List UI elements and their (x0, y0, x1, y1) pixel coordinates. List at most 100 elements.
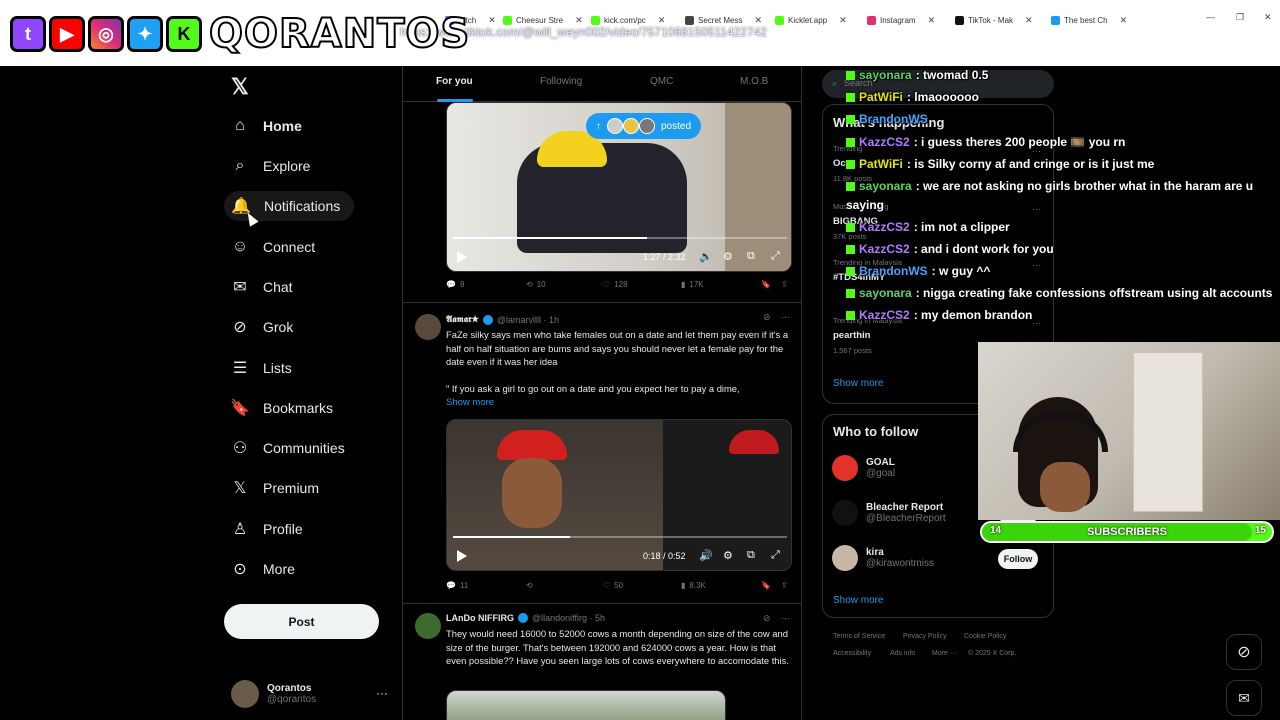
more-horizontal-icon[interactable]: ··· (1032, 318, 1041, 328)
video-player[interactable]: 0:18 / 0:52 🔊 ⚙ ⧉ ⤢ (446, 419, 792, 571)
views-icon: ▮ (681, 581, 686, 590)
settings-icon[interactable]: ⚙ (723, 250, 733, 263)
pip-icon[interactable]: ⧉ (747, 549, 755, 562)
browser-tab[interactable]: The best Ch ✕ (1051, 8, 1127, 32)
browser-tab[interactable]: Kicklet.app ✕ (775, 8, 847, 32)
close-tab-icon[interactable]: ✕ (1025, 15, 1033, 26)
nav-item-more[interactable]: ⊙ More (231, 554, 295, 584)
nav-item-connect[interactable]: ☺ Connect (231, 232, 315, 262)
like-count: 128 (614, 280, 628, 289)
maximize-icon[interactable]: ❐ (1236, 12, 1244, 23)
bookmark-button[interactable]: 🔖 (761, 581, 771, 590)
nav-item-bookmarks[interactable]: 🔖 Bookmarks (230, 393, 333, 423)
show-more-link[interactable]: Show more (446, 397, 494, 408)
reply-button[interactable]: 💬 11 (446, 581, 468, 590)
subscriber-goal: 15 (1254, 525, 1266, 536)
reply-icon: 💬 (446, 581, 456, 590)
tab-mob[interactable]: M.O.B (740, 76, 768, 87)
nav-item-label: Grok (263, 319, 294, 335)
close-tab-icon[interactable]: ✕ (928, 15, 936, 26)
tweet-author-name[interactable]: LAnDo NIFFIRG (446, 613, 514, 623)
like-button[interactable]: ♡ 50 (603, 581, 623, 590)
nav-item-grok[interactable]: ⊘ Grok (231, 312, 293, 342)
fullscreen-icon[interactable]: ⤢ (771, 250, 780, 263)
x-logo-icon[interactable]: 𝕏 (231, 74, 249, 100)
nav-item-home[interactable]: ⌂ Home (231, 111, 302, 141)
avatar[interactable] (415, 314, 441, 340)
tweet-handle-time[interactable]: @llandoniffirg · 5h (532, 613, 605, 623)
views-button[interactable]: ▮ 8.3K (681, 581, 706, 590)
reply-button[interactable]: 💬 8 (446, 280, 464, 289)
suggested-account[interactable]: kira @kirawontmiss (832, 545, 934, 571)
footer-link[interactable]: Terms of Service (833, 633, 885, 640)
trend-name[interactable]: Oc (833, 158, 846, 169)
close-tab-icon[interactable]: ✕ (754, 15, 762, 26)
post-button[interactable]: Post (224, 604, 379, 639)
video-progress-track[interactable] (453, 536, 787, 538)
settings-icon[interactable]: ⚙ (723, 549, 733, 562)
tweet-author-name[interactable]: 𝕬𝖆𝖒𝖆𝖗★ (446, 314, 479, 325)
video-player[interactable]: ↑ posted 1:27 / 2:32 🔊 ⚙ ⧉ ⤢ (446, 102, 792, 272)
messages-floating-button[interactable]: ✉ (1226, 680, 1262, 716)
footer-link[interactable]: Accessibility (833, 650, 871, 657)
more-horizontal-icon[interactable]: ··· (1032, 260, 1041, 270)
footer-link[interactable]: More ··· (932, 650, 957, 657)
browser-tab[interactable]: TikTok - Mak ✕ (955, 8, 1033, 32)
footer-link[interactable]: Ads info (890, 650, 915, 657)
show-more-link[interactable]: Show more (833, 378, 884, 389)
close-tab-icon[interactable]: ✕ (1120, 15, 1128, 26)
more-horizontal-icon[interactable]: ··· (781, 613, 790, 623)
nav-item-chat[interactable]: ✉ Chat (231, 272, 292, 302)
like-button[interactable]: ♡ 128 (603, 280, 628, 289)
chat-username: KazzCS2 (859, 220, 910, 234)
close-window-icon[interactable]: ✕ (1264, 12, 1272, 23)
repost-button[interactable]: ⟲ (526, 581, 533, 590)
show-more-link[interactable]: Show more (833, 595, 884, 606)
minimize-icon[interactable]: — (1206, 12, 1215, 22)
nav-item-lists[interactable]: ☰ Lists (231, 353, 292, 383)
more-horizontal-icon[interactable]: ··· (1032, 204, 1041, 214)
fullscreen-icon[interactable]: ⤢ (771, 549, 780, 562)
close-tab-icon[interactable]: ✕ (658, 15, 666, 26)
play-icon[interactable] (457, 251, 467, 263)
account-switcher[interactable]: Qorantos @qorantos (231, 680, 316, 708)
nav-item-communities[interactable]: ⚇ Communities (231, 433, 345, 463)
share-button[interactable]: ⇪ (781, 280, 788, 289)
pip-icon[interactable]: ⧉ (747, 250, 755, 263)
trend-name[interactable]: pearthin (833, 330, 870, 341)
avatar[interactable] (415, 613, 441, 639)
tab-qmc[interactable]: QMC (650, 76, 673, 87)
grok-floating-button[interactable]: ⊘ (1226, 634, 1262, 670)
nav-item-premium[interactable]: 𝕏 Premium (231, 473, 319, 503)
close-tab-icon[interactable]: ✕ (575, 15, 583, 26)
grok-tweet-icon[interactable]: ⊘ (763, 613, 771, 624)
nav-item-profile[interactable]: ♙ Profile (231, 514, 303, 544)
chat-text: : and i dont work for you (913, 242, 1054, 256)
play-icon[interactable] (457, 550, 467, 562)
close-tab-icon[interactable]: ✕ (488, 15, 496, 26)
browser-url-bar[interactable] (445, 36, 1280, 60)
tweet-image[interactable] (446, 690, 726, 720)
volume-icon[interactable]: 🔊 (699, 549, 713, 562)
grok-tweet-icon[interactable]: ⊘ (763, 312, 771, 323)
footer-link[interactable]: Cookie Policy (964, 633, 1006, 640)
repost-button[interactable]: ⟲ 10 (526, 280, 546, 289)
tab-following[interactable]: Following (540, 76, 582, 87)
more-horizontal-icon[interactable]: ··· (376, 686, 388, 700)
posted-indicator[interactable]: ↑ posted (586, 113, 702, 139)
views-button[interactable]: ▮ 17K (681, 280, 704, 289)
bookmark-button[interactable]: 🔖 (761, 280, 771, 289)
tweet-handle-time[interactable]: @lamarvllll · 1h (497, 315, 559, 325)
suggested-account[interactable]: Bleacher Report @BleacherReport (832, 500, 946, 526)
nav-item-explore[interactable]: ⌕ Explore (231, 151, 311, 181)
share-button[interactable]: ⇪ (781, 581, 788, 590)
video-progress-track[interactable] (453, 237, 787, 239)
more-horizontal-icon[interactable]: ··· (781, 312, 790, 322)
tab-for-you[interactable]: For you (436, 76, 473, 87)
browser-tab[interactable]: Instagram ✕ (867, 8, 935, 32)
volume-icon[interactable]: 🔊 (699, 250, 713, 263)
close-tab-icon[interactable]: ✕ (839, 15, 847, 26)
follow-button[interactable]: Follow (998, 549, 1038, 569)
suggested-account[interactable]: GOAL @goal (832, 455, 895, 481)
footer-link[interactable]: Privacy Policy (903, 633, 947, 640)
